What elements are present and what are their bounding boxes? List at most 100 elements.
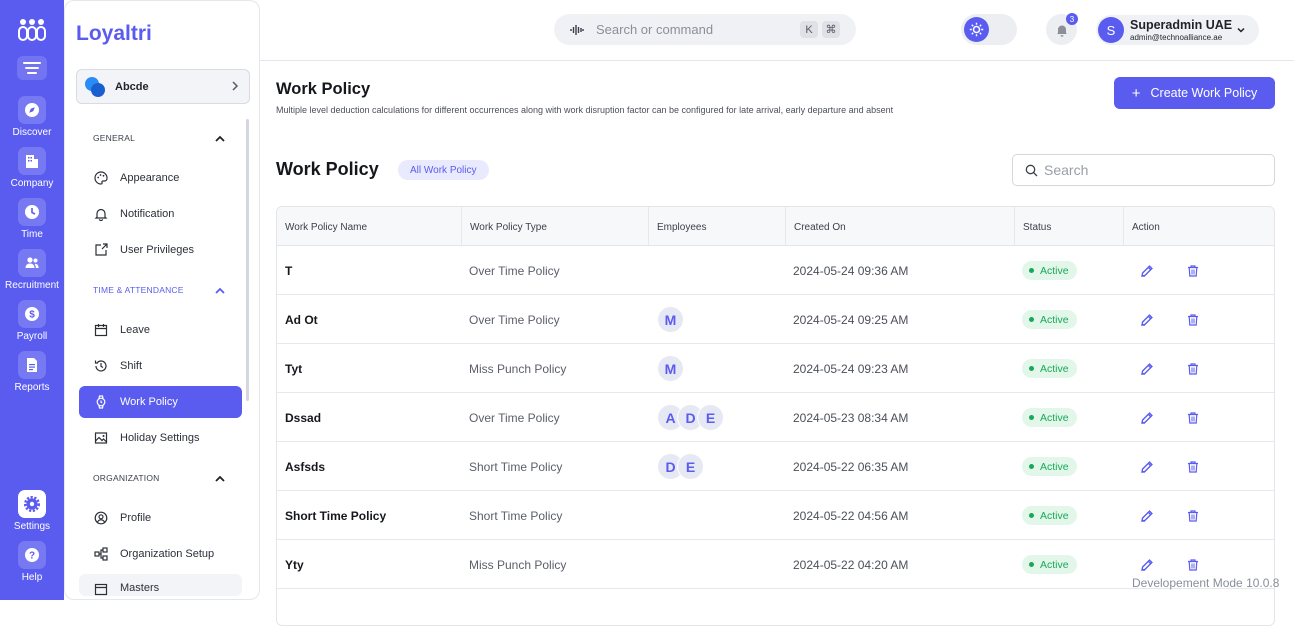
app-logo-icon[interactable] [18, 18, 46, 42]
command-search-input[interactable]: Search or command K ⌘ [554, 14, 856, 45]
sidebar-item-leave[interactable]: Leave [79, 314, 242, 346]
policy-name: Ad Ot [285, 312, 318, 327]
table-row[interactable]: Tyt Miss Punch Policy M 2024-05-24 09:23 AM… [277, 344, 1274, 393]
edit-icon[interactable] [1140, 558, 1154, 572]
section-title: Work Policy [276, 159, 379, 179]
column-header-status[interactable]: Status [1014, 207, 1123, 246]
sidebar-item-label: Masters [120, 582, 160, 594]
sidebar-item-notification[interactable]: Notification [79, 198, 242, 230]
edit-icon[interactable] [1140, 411, 1154, 425]
rail-item-discover[interactable]: Discover [0, 96, 64, 138]
shortcut-key-k: K [800, 21, 818, 38]
table-header: Work Policy Name Work Policy Type Employ… [277, 207, 1274, 246]
organization-switcher[interactable]: Abcde [76, 69, 250, 104]
menu-collapse-button[interactable] [17, 56, 47, 80]
sidebar-item-organization-setup[interactable]: Organization Setup [79, 538, 242, 570]
column-header-name[interactable]: Work Policy Name [277, 207, 461, 246]
table-row[interactable]: Short Time Policy Short Time Policy 2024-0… [277, 491, 1274, 540]
delete-icon[interactable] [1187, 558, 1199, 571]
shortcut-key-cmd: ⌘ [822, 21, 840, 38]
status-dot [1029, 317, 1034, 322]
rail-item-company[interactable]: Company [0, 147, 64, 189]
table-row[interactable]: T Over Time Policy 2024-05-24 09:36 AM Acti… [277, 246, 1274, 295]
rail-label: Payroll [16, 331, 48, 342]
table-row[interactable]: Dssad Over Time Policy A D E 2024-05-23 08:34… [277, 393, 1274, 442]
sidebar-scrollbar[interactable] [246, 119, 249, 401]
created-on: 2024-05-24 09:25 AM [793, 312, 909, 327]
building-icon [26, 155, 38, 168]
top-bar: Search or command K ⌘ 3 S Superadmin UAE… [260, 0, 1294, 61]
users-icon [25, 257, 39, 268]
status-text: Active [1040, 313, 1069, 326]
rail-item-help[interactable]: ? Help [0, 541, 64, 583]
edit-icon[interactable] [1140, 362, 1154, 376]
user-menu[interactable]: S Superadmin UAE admin@technoalliance.ae [1096, 15, 1259, 45]
table-row[interactable]: Ad Ot Over Time Policy M 2024-05-24 09:25 A… [277, 295, 1274, 344]
rail-item-recruitment[interactable]: Recruitment [0, 249, 64, 291]
edit-icon[interactable] [1140, 509, 1154, 523]
document-icon [27, 358, 37, 372]
search-input[interactable]: Search [1012, 154, 1275, 186]
rail-item-reports[interactable]: Reports [0, 351, 64, 393]
sidebar-item-profile[interactable]: Profile [79, 502, 242, 534]
app-rail: Discover Company Time Recruitment $ Payr… [0, 0, 64, 600]
status-text: Active [1040, 558, 1069, 571]
status-text: Active [1040, 264, 1069, 277]
create-work-policy-button[interactable]: + Create Work Policy [1114, 77, 1275, 109]
created-on: 2024-05-23 08:34 AM [793, 410, 909, 425]
image-icon [94, 432, 108, 444]
sidebar-item-holiday-settings[interactable]: Holiday Settings [79, 422, 242, 454]
chevron-up-icon[interactable] [215, 286, 225, 296]
rail-label: Reports [14, 382, 50, 393]
delete-icon[interactable] [1187, 362, 1199, 375]
edit-icon[interactable] [1140, 313, 1154, 327]
sidebar-item-work-policy[interactable]: Work Policy [79, 386, 242, 418]
sidebar-item-user-privileges[interactable]: User Privileges [79, 234, 242, 266]
sidebar-item-masters[interactable]: Masters [79, 574, 242, 596]
policy-type: Over Time Policy [469, 312, 560, 327]
status-badge: Active [1022, 408, 1077, 427]
table-row[interactable]: Yty Miss Punch Policy 2024-05-22 04:20 AM A… [277, 540, 1274, 589]
delete-icon[interactable] [1187, 411, 1199, 424]
status-badge: Active [1022, 457, 1077, 476]
delete-icon[interactable] [1187, 264, 1199, 277]
hierarchy-icon [94, 547, 108, 561]
column-header-employees[interactable]: Employees [648, 207, 785, 246]
policy-name: Dssad [285, 410, 322, 425]
sidebar-item-appearance[interactable]: Appearance [79, 162, 242, 194]
rail-item-payroll[interactable]: $ Payroll [0, 300, 64, 342]
delete-icon[interactable] [1187, 460, 1199, 473]
edit-icon[interactable] [1140, 264, 1154, 278]
chevron-down-icon [1237, 27, 1245, 33]
avatar[interactable]: M [657, 306, 684, 333]
policy-type: Over Time Policy [469, 263, 560, 278]
delete-icon[interactable] [1187, 313, 1199, 326]
avatar[interactable]: E [677, 453, 704, 480]
column-header-type[interactable]: Work Policy Type [461, 207, 648, 246]
chevron-up-icon[interactable] [215, 134, 225, 144]
sidebar-item-shift[interactable]: Shift [79, 350, 242, 382]
column-header-created-on[interactable]: Created On [785, 207, 1014, 246]
theme-toggle[interactable] [961, 14, 1017, 45]
avatar[interactable]: M [657, 355, 684, 382]
page-title: Work Policy [276, 80, 371, 98]
sidebar-item-label: Appearance [120, 172, 180, 184]
status-dot [1029, 366, 1034, 371]
rail-item-settings[interactable]: Settings [0, 490, 64, 532]
delete-icon[interactable] [1187, 509, 1199, 522]
policy-name: Yty [285, 557, 304, 572]
status-dot [1029, 562, 1034, 567]
chevron-up-icon[interactable] [215, 474, 225, 484]
status-text: Active [1040, 460, 1069, 473]
edit-icon[interactable] [1140, 460, 1154, 474]
section-organization: ORGANIZATION [93, 473, 160, 483]
avatar[interactable]: E [697, 404, 724, 431]
filter-chip-all[interactable]: All Work Policy [398, 160, 489, 180]
table-row[interactable]: Asfsds Short Time Policy D E 2024-05-22 06:3… [277, 442, 1274, 491]
employees-avatars: DE [657, 442, 704, 491]
status-dot [1029, 268, 1034, 273]
policy-name: Short Time Policy [285, 508, 387, 523]
policy-type: Short Time Policy [469, 508, 563, 523]
rail-item-time[interactable]: Time [0, 198, 64, 240]
calendar-icon [94, 324, 108, 337]
